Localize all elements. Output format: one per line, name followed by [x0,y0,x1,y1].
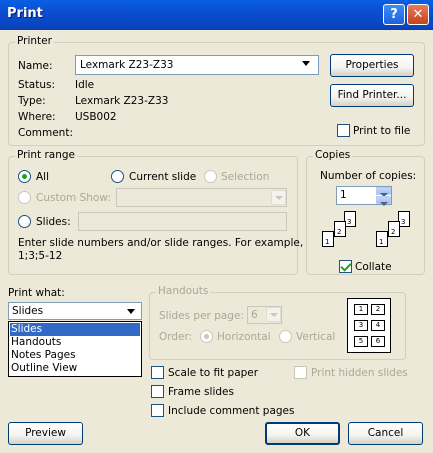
horizontal-radio [200,330,213,343]
copies-stepper[interactable]: 1 [336,186,392,206]
copies-legend: Copies [313,149,353,161]
printer-where-value: USB002 [75,111,117,123]
printer-legend: Printer [15,35,54,47]
printer-status-value: Idle [75,79,95,91]
dropdown-option-handouts[interactable]: Handouts [10,336,140,349]
cancel-button[interactable]: Cancel [348,422,423,445]
chevron-down-icon[interactable] [127,309,135,314]
handout-cell: 1 [354,304,368,315]
collate-sheet: 1 [376,231,388,247]
vertical-label: Vertical [296,331,336,343]
printer-type-value: Lexmark Z23-Z33 [75,95,169,107]
horizontal-label: Horizontal [217,331,271,343]
print-range-legend: Print range [15,149,78,161]
chevron-down-icon [266,307,281,322]
number-of-copies-label: Number of copies: [320,170,417,182]
selection-radio [204,170,217,183]
slides-hint-line2: 1;3;5-12 [18,250,63,262]
frame-slides-checkbox[interactable] [151,385,164,398]
printer-status-label: Status: [18,79,55,91]
collate-illustration: 3 2 1 3 2 1 [316,209,416,255]
handout-cell: 5 [354,336,368,347]
printer-type-label: Type: [18,95,46,107]
slides-per-page-value: 6 [251,309,258,321]
current-slide-label[interactable]: Current slide [129,171,196,183]
printer-comment-label: Comment: [18,127,73,139]
dropdown-option-outline-view[interactable]: Outline View [10,362,140,375]
vertical-radio [279,330,292,343]
print-what-select[interactable]: Slides [8,302,142,320]
window-title: Print [7,6,43,21]
handouts-legend: Handouts [156,285,211,297]
scale-to-fit-checkbox[interactable] [151,366,164,379]
chevron-down-icon[interactable] [302,61,310,66]
find-printer-button[interactable]: Find Printer... [330,84,414,107]
print-hidden-label: Print hidden slides [311,367,408,379]
dropdown-option-notes-pages[interactable]: Notes Pages [10,349,140,362]
stepper-down-icon[interactable] [376,196,391,206]
selection-label: Selection [221,171,270,183]
include-comments-checkbox[interactable] [151,404,164,417]
collate-sheet: 2 [334,221,346,237]
slides-per-page-select: 6 [247,306,282,324]
include-comments-label[interactable]: Include comment pages [168,405,294,417]
handout-cell: 2 [371,304,385,315]
collate-sheet: 1 [322,231,334,247]
handout-preview: 1 2 3 4 5 6 [347,298,391,353]
preview-button[interactable]: Preview [8,422,83,445]
help-button[interactable]: ? [383,4,405,25]
collate-sheet: 2 [388,221,400,237]
handout-cell: 6 [371,336,385,347]
current-slide-radio[interactable] [111,170,124,183]
printer-name-value: Lexmark Z23-Z33 [80,59,174,71]
print-what-value: Slides [12,305,44,317]
print-hidden-checkbox [294,366,307,379]
custom-show-select [116,188,287,207]
copies-value: 1 [340,189,347,201]
chevron-down-icon [271,190,286,205]
all-label[interactable]: All [36,171,49,183]
handout-cell: 3 [354,320,368,331]
print-what-label: Print what: [8,287,65,299]
slides-per-page-label: Slides per page: [159,310,244,322]
custom-show-radio [18,191,31,204]
slides-radio[interactable] [18,215,31,228]
print-what-dropdown-list: Slides Handouts Notes Pages Outline View [8,321,142,377]
printer-name-label: Name: [18,60,53,72]
printer-name-select[interactable]: Lexmark Z23-Z33 [75,55,319,75]
print-to-file-label[interactable]: Print to file [353,125,410,137]
print-to-file-checkbox[interactable] [337,124,350,137]
collate-checkbox[interactable] [339,260,352,273]
custom-show-label: Custom Show: [36,192,111,204]
printer-where-label: Where: [18,111,56,123]
title-bar: Print ? ✕ [0,0,433,30]
properties-button[interactable]: Properties [330,54,414,77]
order-label: Order: [159,331,193,343]
slides-hint-line1: Enter slide numbers and/or slide ranges.… [18,237,304,249]
scale-to-fit-label[interactable]: Scale to fit paper [168,367,258,379]
collate-label[interactable]: Collate [355,261,392,273]
stepper-up-icon[interactable] [376,187,391,197]
frame-slides-label[interactable]: Frame slides [168,386,234,398]
slides-label[interactable]: Slides: [36,216,71,228]
slides-input[interactable] [78,212,287,231]
close-button[interactable]: ✕ [407,4,429,25]
ok-button[interactable]: OK [265,422,340,445]
all-radio[interactable] [18,170,31,183]
dropdown-option-slides[interactable]: Slides [10,323,140,336]
handout-cell: 4 [371,320,385,331]
